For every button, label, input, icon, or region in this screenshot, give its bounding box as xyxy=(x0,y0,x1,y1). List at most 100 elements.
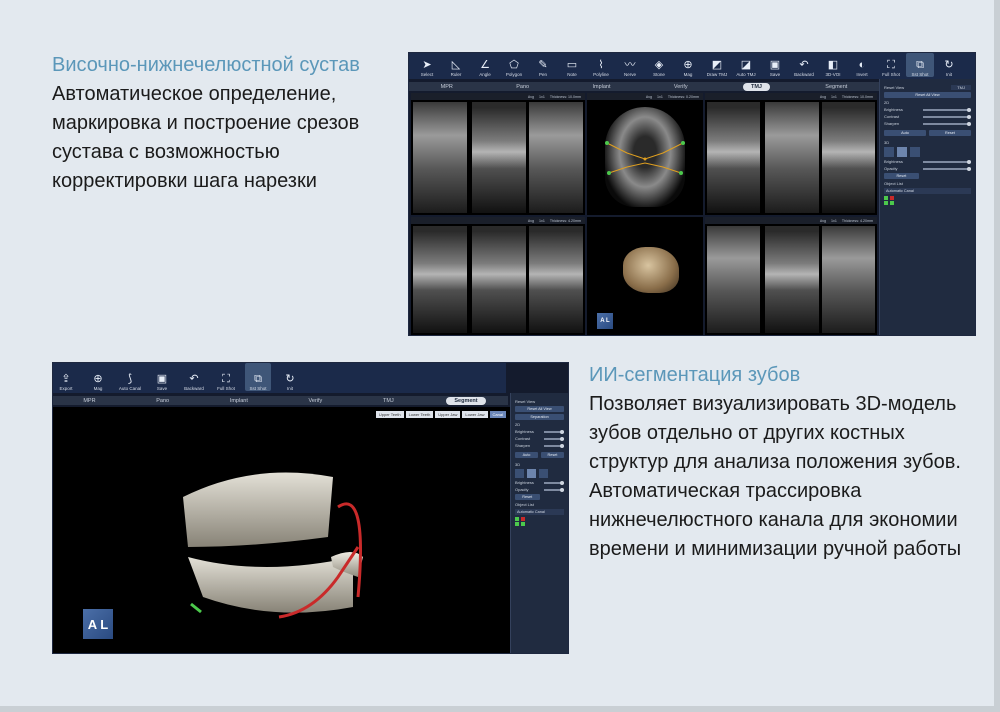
tool-3d-voi-button[interactable]: ◧ 3D-VOI xyxy=(819,53,847,78)
tool-init-button[interactable]: ↻ Init xyxy=(277,363,303,392)
separation-button[interactable]: Separation xyxy=(515,414,564,420)
tool-stone-button[interactable]: ◈ Stone xyxy=(645,53,673,78)
tool-note-button[interactable]: ▭ Note xyxy=(558,53,586,78)
tool-backward-button[interactable]: ↶ Backward xyxy=(790,53,818,78)
brightness-slider[interactable] xyxy=(544,429,564,434)
brightness-3d-label: Brightness xyxy=(884,159,903,164)
tmj-slices-bottom-right: Avg 1x1 Thickness: 4.20mm xyxy=(705,217,877,335)
tooth-view-icon[interactable] xyxy=(527,469,536,478)
tool-label: Save xyxy=(156,386,168,391)
tooth-view-icon[interactable] xyxy=(539,469,548,478)
tab-pano[interactable]: Pano xyxy=(148,397,177,405)
tool-sst-shot-button[interactable]: ⧉ Sst Shot xyxy=(906,53,934,77)
tool-auto-tmj-button[interactable]: ◪ Auto TMJ xyxy=(732,53,760,78)
tool-backward-button[interactable]: ↶ Backward xyxy=(181,363,207,392)
tool-sst-shot-button[interactable]: ⧉ Sst Shot xyxy=(245,363,271,391)
tool-auto-canal-button[interactable]: ⟆ Auto Canal xyxy=(117,363,143,392)
brightness-slider[interactable] xyxy=(923,107,971,112)
tab-verify[interactable]: Verify xyxy=(666,83,696,91)
tool-label: Export xyxy=(59,386,73,391)
tool-full-shot-button[interactable]: ⛶ Full Shot xyxy=(213,363,239,392)
voi-icon: ◧ xyxy=(827,59,839,71)
tab-mpr[interactable]: MPR xyxy=(75,397,103,405)
opacity-label: Opacity xyxy=(884,166,898,171)
contrast-slider[interactable] xyxy=(544,436,564,441)
tool-mag-button[interactable]: ⊕ Mag xyxy=(674,53,702,78)
tooth-view-icon[interactable] xyxy=(884,147,894,157)
invert-icon: ◐ xyxy=(858,59,866,71)
tool-mag-button[interactable]: ⊕ Mag xyxy=(85,363,111,392)
nerve-icon: 〰 xyxy=(624,59,636,71)
contrast-label: Contrast xyxy=(515,436,531,441)
init-icon: ↻ xyxy=(944,59,954,71)
tool-label: Init xyxy=(286,386,293,391)
tool-select-button[interactable]: ➤ Select xyxy=(413,53,441,78)
contrast-slider[interactable] xyxy=(923,114,971,119)
tab-pano[interactable]: Pano xyxy=(508,83,537,91)
reset-button[interactable]: Reset xyxy=(929,130,971,136)
tab-implant[interactable]: Implant xyxy=(584,83,618,91)
tab-segment[interactable]: Segment xyxy=(817,83,855,91)
brightness-3d-slider[interactable] xyxy=(544,480,564,485)
object-list-label: Object List xyxy=(515,502,534,507)
tool-draw-tmj-button[interactable]: ◩ Draw TMJ xyxy=(703,53,731,78)
angle-icon: ∠ xyxy=(480,59,490,71)
polygon-icon: ⬠ xyxy=(509,59,519,71)
tool-nerve-button[interactable]: 〰 Nerve xyxy=(616,53,644,78)
tool-invert-button[interactable]: ◐ Invert xyxy=(848,53,876,78)
orientation-cube: A L xyxy=(83,609,113,639)
tool-label: Init xyxy=(945,72,952,77)
object-list-item[interactable]: Automatic Canal xyxy=(515,509,564,515)
sharpen-slider[interactable] xyxy=(923,121,971,126)
tab-implant[interactable]: Implant xyxy=(222,397,256,405)
opacity-slider[interactable] xyxy=(544,487,564,492)
tool-full-shot-button[interactable]: ⛶ Full Shot xyxy=(877,53,905,78)
tool-label: Full Shot xyxy=(882,72,900,77)
segmentation-3d-view: Upper Teeth Lower Teeth Upper Jaw Lower Jaw… xyxy=(53,407,510,653)
sharpen-label: Sharpen xyxy=(884,121,900,126)
tool-polygon-button[interactable]: ⬠ Polygon xyxy=(500,53,528,78)
reset-button[interactable]: Reset xyxy=(541,452,564,458)
tool-label: Select xyxy=(420,72,434,77)
tab-mpr[interactable]: MPR xyxy=(433,83,461,91)
tooth-view-icon[interactable] xyxy=(897,147,907,157)
brightness-label: Brightness xyxy=(515,429,534,434)
tool-save-button[interactable]: ▣ Save xyxy=(149,363,175,392)
tool-export-button[interactable]: ⇪ Export xyxy=(53,363,79,392)
init-icon: ↻ xyxy=(285,373,295,385)
tmj-screenshot: ➤ Select ◺ Ruler ∠ Angle ⬠ Polygon ✎ Pen ▭ Note ⌇ Pol… xyxy=(408,52,976,336)
tool-pen-button[interactable]: ✎ Pen xyxy=(529,53,557,78)
tooth-view-icon[interactable] xyxy=(515,469,524,478)
segmentation-description: Позволяет визуализировать 3D-модель зубо… xyxy=(589,393,962,560)
tab-tmj[interactable]: TMJ xyxy=(742,82,770,91)
tool-ruler-button[interactable]: ◺ Ruler xyxy=(442,53,470,78)
contrast-label: Contrast xyxy=(884,114,900,119)
tool-label: Polygon xyxy=(505,72,523,77)
reset-all-view-button[interactable]: Reset All View xyxy=(515,406,564,412)
tool-label: 3D-VOI xyxy=(825,72,841,77)
export-icon: ⇪ xyxy=(61,373,71,385)
tab-verify[interactable]: Verify xyxy=(301,397,331,405)
tmj-slices-top-left: Avg 1x1 Thickness: 10.0mm xyxy=(411,93,585,215)
reset-3d-button[interactable]: Reset xyxy=(515,494,540,500)
opacity-slider[interactable] xyxy=(923,166,971,171)
reset-all-view-button[interactable]: Reset All View xyxy=(884,92,971,98)
reset-3d-button[interactable]: Reset xyxy=(884,173,919,179)
tool-label: Backward xyxy=(184,386,204,391)
reset-view-select[interactable]: TMJ xyxy=(951,85,971,90)
tooth-view-icon[interactable] xyxy=(910,147,920,157)
brightness-3d-slider[interactable] xyxy=(923,159,971,164)
skull-3d-model xyxy=(623,247,679,293)
tool-label: Backward xyxy=(794,72,814,77)
tab-segment[interactable]: Segment xyxy=(446,396,486,405)
tool-save-button[interactable]: ▣ Save xyxy=(761,53,789,78)
object-list-item[interactable]: Automatic Canal xyxy=(884,188,971,194)
tool-angle-button[interactable]: ∠ Angle xyxy=(471,53,499,78)
auto-button[interactable]: Auto xyxy=(515,452,538,458)
tab-tmj[interactable]: TMJ xyxy=(375,397,402,405)
auto-button[interactable]: Auto xyxy=(884,130,926,136)
tool-init-button[interactable]: ↻ Init xyxy=(935,53,963,78)
tmj-markers xyxy=(605,141,685,175)
tool-polyline-button[interactable]: ⌇ Polyline xyxy=(587,53,615,78)
sharpen-slider[interactable] xyxy=(544,443,564,448)
